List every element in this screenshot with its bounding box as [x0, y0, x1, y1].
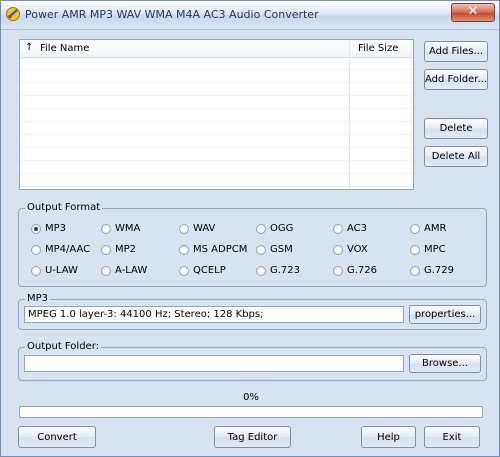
list-row — [20, 174, 413, 187]
app-window: Power AMR MP3 WAV WMA M4A AC3 Audio Conv… — [0, 0, 500, 457]
radio-icon — [31, 244, 41, 255]
radio-label: U-LAW — [45, 265, 78, 276]
list-row — [20, 135, 413, 148]
radio-amr[interactable]: AMR — [410, 223, 446, 234]
radio-a-law[interactable]: A-LAW — [101, 265, 147, 276]
file-list[interactable]: ↑ File Name File Size — [19, 39, 414, 190]
radio-label: OGG — [270, 223, 294, 234]
list-row — [20, 83, 413, 96]
radio-ogg[interactable]: OGG — [256, 223, 293, 234]
help-button[interactable]: Help — [361, 426, 416, 448]
radio-icon — [333, 223, 343, 234]
tag-editor-button[interactable]: Tag Editor — [214, 426, 291, 448]
radio-label: MS ADPCM — [193, 244, 248, 255]
output-folder-field[interactable] — [24, 355, 404, 372]
radio-icon — [101, 244, 111, 255]
radio-wav[interactable]: WAV — [179, 223, 215, 234]
radio-label: WAV — [193, 223, 216, 234]
radio-label: A-LAW — [115, 265, 148, 276]
browse-button[interactable]: Browse... — [409, 354, 481, 373]
radio-label: GSM — [270, 244, 293, 255]
progress-percent: 0% — [243, 392, 259, 403]
radio-icon — [101, 265, 111, 276]
radio-icon — [179, 223, 189, 234]
radio-gsm[interactable]: GSM — [256, 244, 293, 255]
radio-icon — [410, 244, 420, 255]
close-button[interactable]: ✕ — [451, 3, 495, 22]
radio-label: QCELP — [193, 265, 226, 276]
file-list-header: ↑ File Name File Size — [20, 40, 413, 58]
radio-label: G.726 — [347, 265, 378, 276]
radio-mp3[interactable]: MP3 — [31, 223, 66, 234]
output-folder-label: Output Folder: — [25, 341, 102, 352]
add-files-button[interactable]: Add Files... — [424, 41, 488, 62]
list-row — [20, 122, 413, 135]
radio-label: AC3 — [347, 223, 368, 234]
radio-label: G.729 — [424, 265, 455, 276]
radio-u-law[interactable]: U-LAW — [31, 265, 78, 276]
radio-label: G.723 — [270, 265, 301, 276]
radio-icon — [256, 265, 266, 276]
title-bar[interactable]: Power AMR MP3 WAV WMA M4A AC3 Audio Conv… — [1, 1, 499, 30]
radio-vox[interactable]: VOX — [333, 244, 368, 255]
radio-selected-icon — [31, 223, 41, 234]
radio-icon — [410, 265, 420, 276]
radio-icon — [31, 265, 41, 276]
radio-icon — [410, 223, 420, 234]
radio-g729[interactable]: G.729 — [410, 265, 454, 276]
radio-ac3[interactable]: AC3 — [333, 223, 367, 234]
radio-icon — [101, 223, 111, 234]
radio-icon — [333, 265, 343, 276]
radio-g723[interactable]: G.723 — [256, 265, 300, 276]
radio-mpc[interactable]: MPC — [410, 244, 446, 255]
radio-label: MPC — [424, 244, 446, 255]
radio-label: MP2 — [115, 244, 137, 255]
radio-ms-adpcm[interactable]: MS ADPCM — [179, 244, 247, 255]
progress-bar — [19, 406, 483, 418]
list-row — [20, 57, 413, 70]
settings-label: MP3 — [25, 293, 51, 304]
list-row — [20, 70, 413, 83]
delete-all-button[interactable]: Delete All — [424, 146, 488, 167]
settings-field[interactable]: MPEG 1.0 layer-3: 44100 Hz; Stereo; 128 … — [24, 306, 404, 323]
output-format-label: Output Format — [25, 202, 103, 213]
radio-g726[interactable]: G.726 — [333, 265, 377, 276]
column-header-file-name[interactable]: File Name — [40, 43, 89, 54]
radio-icon — [256, 244, 266, 255]
radio-label: VOX — [347, 244, 368, 255]
radio-wma[interactable]: WMA — [101, 223, 140, 234]
exit-button[interactable]: Exit — [424, 426, 480, 448]
window-title: Power AMR MP3 WAV WMA M4A AC3 Audio Conv… — [25, 8, 319, 21]
column-header-file-size[interactable]: File Size — [358, 43, 398, 54]
convert-button[interactable]: Convert — [18, 426, 96, 448]
radio-label: AMR — [424, 223, 447, 234]
radio-label: WMA — [115, 223, 141, 234]
radio-mp2[interactable]: MP2 — [101, 244, 136, 255]
radio-qcelp[interactable]: QCELP — [179, 265, 226, 276]
radio-icon — [333, 244, 343, 255]
radio-icon — [256, 223, 266, 234]
delete-button[interactable]: Delete — [424, 118, 488, 139]
sort-arrow-icon[interactable]: ↑ — [25, 42, 33, 53]
radio-mp4-aac[interactable]: MP4/AAC — [31, 244, 90, 255]
radio-icon — [179, 265, 189, 276]
add-folder-button[interactable]: Add Folder... — [424, 69, 488, 90]
list-row — [20, 109, 413, 122]
radio-label: MP4/AAC — [45, 244, 91, 255]
close-icon: ✕ — [467, 4, 479, 19]
list-row — [20, 96, 413, 109]
radio-label: MP3 — [45, 223, 67, 234]
list-row — [20, 148, 413, 161]
list-row — [20, 161, 413, 174]
properties-button[interactable]: properties... — [409, 305, 481, 324]
radio-icon — [179, 244, 189, 255]
app-icon — [6, 7, 20, 21]
